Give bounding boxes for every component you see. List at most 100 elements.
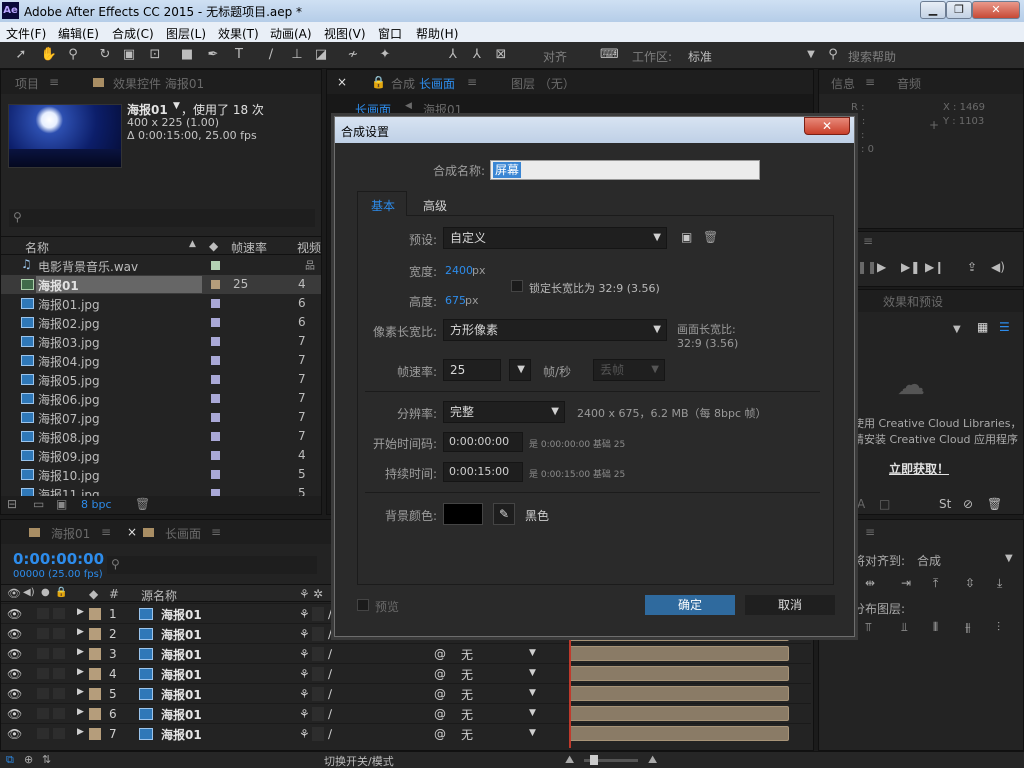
search-help-input[interactable]: 搜索帮助 xyxy=(848,48,896,65)
visibility-eye-icon[interactable]: 👁 xyxy=(7,727,22,741)
audio-toggle[interactable] xyxy=(37,648,49,659)
new-folder-icon[interactable]: ▭ xyxy=(33,497,44,511)
collapse-toggle[interactable] xyxy=(312,707,324,721)
layer-name[interactable]: 海报01 xyxy=(161,706,202,723)
list-item-selected[interactable]: 海报01 25 4 xyxy=(1,275,321,294)
align-top-icon[interactable]: ⤒ xyxy=(933,576,938,591)
menu-layer[interactable]: 图层(L) xyxy=(166,25,206,42)
zoom-tool-icon[interactable]: ⚲ xyxy=(64,47,82,63)
panel-menu-icon[interactable]: ≡ xyxy=(101,525,111,539)
tab-effects-presets[interactable]: 效果和预设 xyxy=(883,293,943,310)
table-row[interactable]: 👁 ▶ 3 海报01 ⚘ ∕ @ 无 ▼ xyxy=(1,643,811,663)
spiral-icon[interactable]: @ xyxy=(434,727,446,741)
lock-icon[interactable]: 🔒 xyxy=(371,75,386,89)
shy-icon[interactable]: ⚘ xyxy=(299,607,310,621)
visibility-eye-icon[interactable]: 👁 xyxy=(7,687,22,701)
quality-slash-icon[interactable]: ∕ xyxy=(328,727,332,741)
pause-icon[interactable]: ❚❚ xyxy=(857,260,877,274)
shy-icon[interactable]: ⚘ xyxy=(299,707,310,721)
expand-icon[interactable]: ⊕ xyxy=(24,753,33,766)
chevron-down-icon[interactable]: ▼ xyxy=(529,648,536,658)
zoom-in-icon[interactable]: ⛰ xyxy=(648,753,657,767)
shy-icon[interactable]: ⚘ xyxy=(299,647,310,661)
cancel-button[interactable]: 取消 xyxy=(745,595,835,615)
visibility-eye-icon[interactable]: 👁 xyxy=(7,647,22,661)
brush-tool-icon[interactable]: ∕ xyxy=(262,47,280,63)
project-search-input[interactable]: ⚲ xyxy=(9,209,315,227)
table-row[interactable]: 👁 ▶ 6 海报01 ⚘ ∕ @ 无 ▼ xyxy=(1,703,811,723)
panel-menu-icon[interactable]: ≡ xyxy=(211,525,221,539)
chevron-down-icon[interactable]: ▼ xyxy=(529,688,536,698)
table-row[interactable]: 👁 ▶ 5 海报01 ⚘ ∕ @ 无 ▼ xyxy=(1,683,811,703)
close-window-button[interactable]: ✕ xyxy=(972,1,1020,19)
label-color[interactable] xyxy=(89,708,101,720)
expand-arrow-icon[interactable]: ▶ xyxy=(77,607,84,617)
panel-menu-icon[interactable]: ≡ xyxy=(49,75,59,89)
trash-icon[interactable]: 🗑 xyxy=(987,497,1002,511)
list-item[interactable]: 海报10.jpg 5 xyxy=(1,465,321,484)
close-tab-icon[interactable]: × xyxy=(127,525,137,539)
menu-file[interactable]: 文件(F) xyxy=(6,25,46,42)
list-item[interactable]: ♫ 电影背景音乐.wav 品 xyxy=(1,256,321,275)
comp-flow-icon[interactable]: ⧉ xyxy=(6,753,14,767)
menu-view[interactable]: 视图(V) xyxy=(324,25,366,42)
visibility-eye-icon[interactable]: 👁 xyxy=(7,667,22,681)
lock-toggle[interactable] xyxy=(53,728,65,739)
panel-menu-icon[interactable]: ≡ xyxy=(865,525,875,539)
hand-tool-icon[interactable]: ✋ xyxy=(40,47,58,63)
pan-behind-tool-icon[interactable]: ⊡ xyxy=(146,47,164,63)
shy-icon[interactable]: ⚘ xyxy=(299,727,310,741)
tab-project[interactable]: 项目 xyxy=(15,75,39,92)
align-middle-v-icon[interactable]: ⇳ xyxy=(965,576,975,590)
audio-toggle[interactable] xyxy=(37,668,49,679)
quality-slash-icon[interactable]: ∕ xyxy=(328,687,332,701)
collapse-toggle[interactable] xyxy=(312,647,324,661)
list-item[interactable]: 海报01.jpg 6 xyxy=(1,294,321,313)
chevron-down-icon[interactable]: ▼ xyxy=(953,324,961,335)
layer-duration-bar[interactable] xyxy=(569,706,789,721)
zoom-slider-handle[interactable] xyxy=(590,755,598,765)
list-item[interactable]: 海报08.jpg 7 xyxy=(1,427,321,446)
list-item[interactable]: 海报02.jpg 6 xyxy=(1,313,321,332)
label-color[interactable] xyxy=(89,628,101,640)
tab-advanced[interactable]: 高级 xyxy=(423,197,447,214)
rotate-tool-icon[interactable]: ↻ xyxy=(96,47,114,63)
width-value[interactable]: 2400 xyxy=(445,264,473,277)
minimize-button[interactable]: ▁ xyxy=(920,1,946,19)
layer-name[interactable]: 海报01 xyxy=(161,626,202,643)
axis-local-icon[interactable]: ⅄ xyxy=(444,47,462,63)
list-item[interactable]: 海报09.jpg 4 xyxy=(1,446,321,465)
parent-dropdown[interactable]: 无 xyxy=(461,726,473,743)
audio-toggle[interactable] xyxy=(37,728,49,739)
link-icon[interactable]: ⊘ xyxy=(963,497,973,511)
height-value[interactable]: 675 xyxy=(445,294,466,307)
quality-slash-icon[interactable]: ∕ xyxy=(328,707,332,721)
chevron-down-icon[interactable]: ▼ xyxy=(529,708,536,718)
chevron-down-icon[interactable]: ▼ xyxy=(1005,553,1013,564)
workspace-dropdown[interactable]: 标准 xyxy=(688,48,712,65)
visibility-eye-icon[interactable]: 👁 xyxy=(7,707,22,721)
cc-get-link[interactable]: 立即获取！ xyxy=(889,460,949,477)
collapse-toggle[interactable] xyxy=(312,627,324,641)
lock-toggle[interactable] xyxy=(53,708,65,719)
selection-tool-icon[interactable]: ➚ xyxy=(12,47,30,63)
col-source-name[interactable]: 源名称 xyxy=(141,587,177,604)
eyedropper-icon[interactable]: ✎ xyxy=(493,503,515,525)
timeline-search-input[interactable]: ⚲ xyxy=(107,556,317,574)
current-timecode[interactable]: 0:00:00:00 xyxy=(13,550,104,568)
align-bottom-icon[interactable]: ⤓ xyxy=(997,576,1002,591)
last-frame-icon[interactable]: ▶❙ xyxy=(925,260,944,274)
close-tab-icon[interactable]: × xyxy=(337,75,347,89)
roto-brush-tool-icon[interactable]: ≁ xyxy=(344,47,362,63)
duration-input[interactable]: 0:00:15:00 xyxy=(443,462,523,482)
list-item[interactable]: 海报03.jpg 7 xyxy=(1,332,321,351)
clone-stamp-tool-icon[interactable]: ⊥ xyxy=(288,47,306,63)
tab-layer[interactable]: 图层 （无） xyxy=(511,75,575,92)
interpret-footage-icon[interactable]: ⊟ xyxy=(7,497,17,511)
layer-name[interactable]: 海报01 xyxy=(161,686,202,703)
quality-slash-icon[interactable]: ∕ xyxy=(328,647,332,661)
distribute-right-icon[interactable]: ⫶ xyxy=(997,620,1000,635)
list-item[interactable]: 海报06.jpg 7 xyxy=(1,389,321,408)
sort-up-icon[interactable]: ▲ xyxy=(189,239,196,249)
quality-slash-icon[interactable]: ∕ xyxy=(328,667,332,681)
